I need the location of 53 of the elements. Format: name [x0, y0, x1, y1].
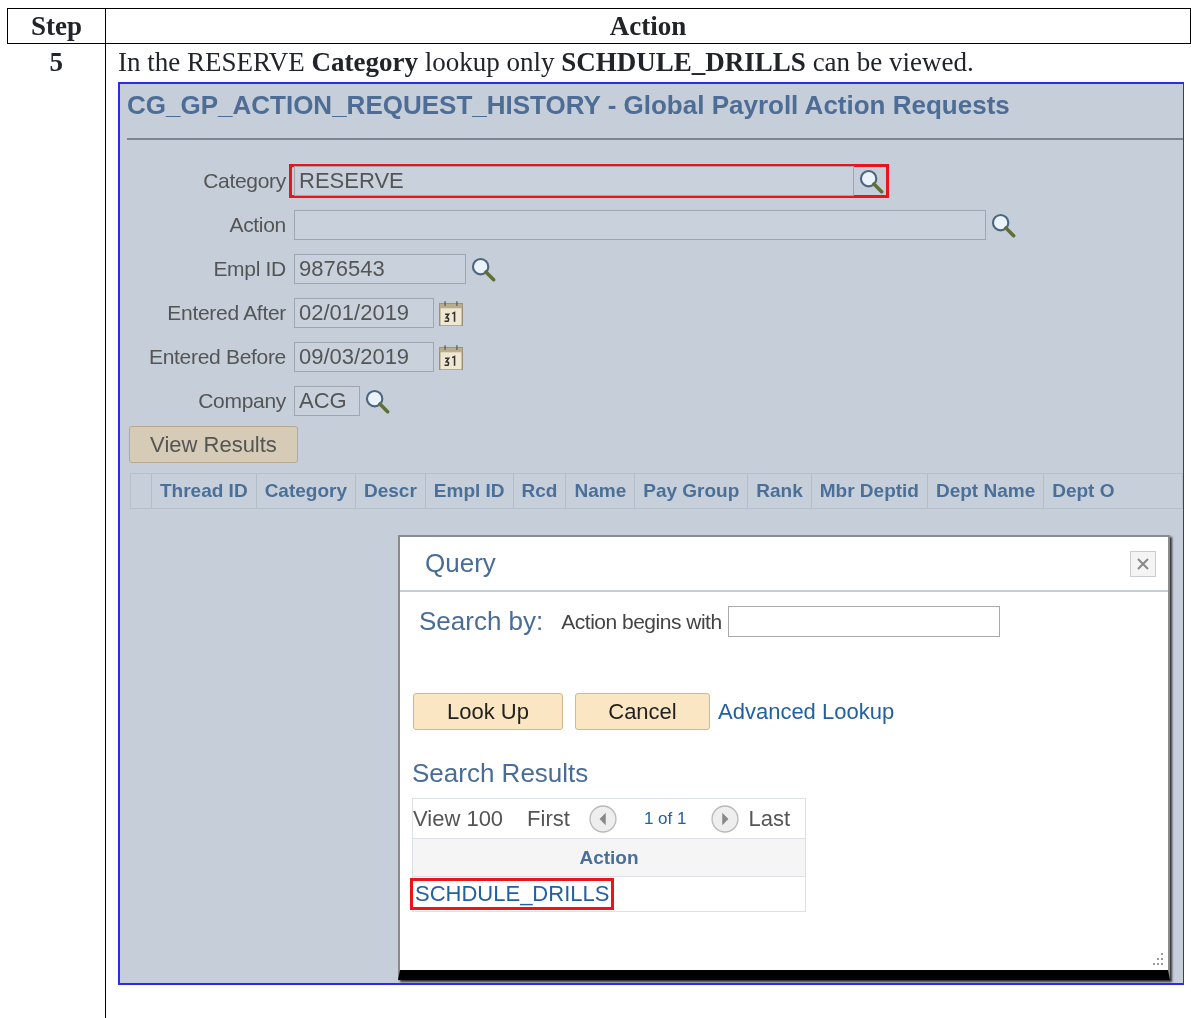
- search-by-label: Search by:: [419, 605, 544, 638]
- column-header: Thread ID: [151, 474, 256, 508]
- input-field[interactable]: 09/03/2019: [294, 342, 434, 372]
- first-link[interactable]: First: [527, 802, 570, 835]
- next-icon[interactable]: [710, 803, 741, 834]
- calendar-icon[interactable]: [438, 344, 464, 370]
- column-header: Dept Name: [926, 474, 1044, 508]
- column-header: Pay Group: [634, 474, 748, 508]
- last-link[interactable]: Last: [748, 802, 790, 835]
- input-field[interactable]: ACG: [294, 386, 360, 416]
- search-field[interactable]: [727, 606, 1000, 637]
- close-icon: [1136, 556, 1150, 571]
- column-header: Action: [413, 839, 805, 877]
- close-button[interactable]: [1130, 550, 1156, 577]
- dialog-button[interactable]: Look Up: [413, 693, 563, 730]
- search-icon[interactable]: [858, 168, 884, 194]
- dialog-title: Query: [425, 547, 496, 580]
- previous-icon[interactable]: [587, 803, 618, 834]
- column-header: Mbr Deptid: [810, 474, 927, 508]
- result-link[interactable]: SCHDULE_DRILLS: [410, 878, 615, 910]
- field-label: Entered Before: [147, 344, 286, 371]
- step-number: 5: [49, 47, 63, 77]
- field-label: Company: [197, 388, 286, 415]
- field-label: Category: [202, 168, 286, 195]
- column-header: Rcd: [512, 474, 566, 508]
- search-icon[interactable]: [364, 388, 390, 414]
- calendar-icon[interactable]: [438, 300, 464, 326]
- field-label: Entered After: [166, 300, 286, 327]
- column-header: Rank: [747, 474, 811, 508]
- search-icon[interactable]: [990, 212, 1016, 238]
- input-field[interactable]: 9876543: [294, 254, 466, 284]
- page-title: CG_GP_ACTION_REQUEST_HISTORY - Global Payroll Action Requests: [126, 89, 1011, 120]
- column-header: Descr: [355, 474, 425, 508]
- view-results-button[interactable]: View Results: [129, 426, 298, 463]
- search-icon[interactable]: [470, 256, 496, 282]
- advanced-lookup-link[interactable]: Advanced Lookup: [718, 695, 895, 728]
- instruction-text: In the RESERVE Category lookup only SCHDULE_DRILLS can be viewed.: [117, 46, 975, 79]
- section-title: Search Results: [412, 757, 590, 790]
- page-range: 1 of 1: [643, 807, 687, 830]
- input-field[interactable]: [294, 210, 986, 240]
- field-label: Action: [228, 212, 286, 239]
- column-header: Action: [105, 8, 1191, 44]
- column-header: Category: [255, 474, 355, 508]
- column-header: Empl ID: [424, 474, 513, 508]
- column-header: Step: [7, 8, 106, 44]
- column-header: Name: [565, 474, 635, 508]
- field-label: Empl ID: [212, 256, 286, 283]
- input-field[interactable]: RESERVE: [294, 166, 854, 196]
- input-field[interactable]: 02/01/2019: [294, 298, 434, 328]
- view-all-link[interactable]: View 100: [413, 802, 504, 835]
- column-header: Dept O: [1043, 474, 1123, 508]
- field-label: Action begins with: [561, 608, 722, 635]
- dialog-button[interactable]: Cancel: [575, 693, 710, 730]
